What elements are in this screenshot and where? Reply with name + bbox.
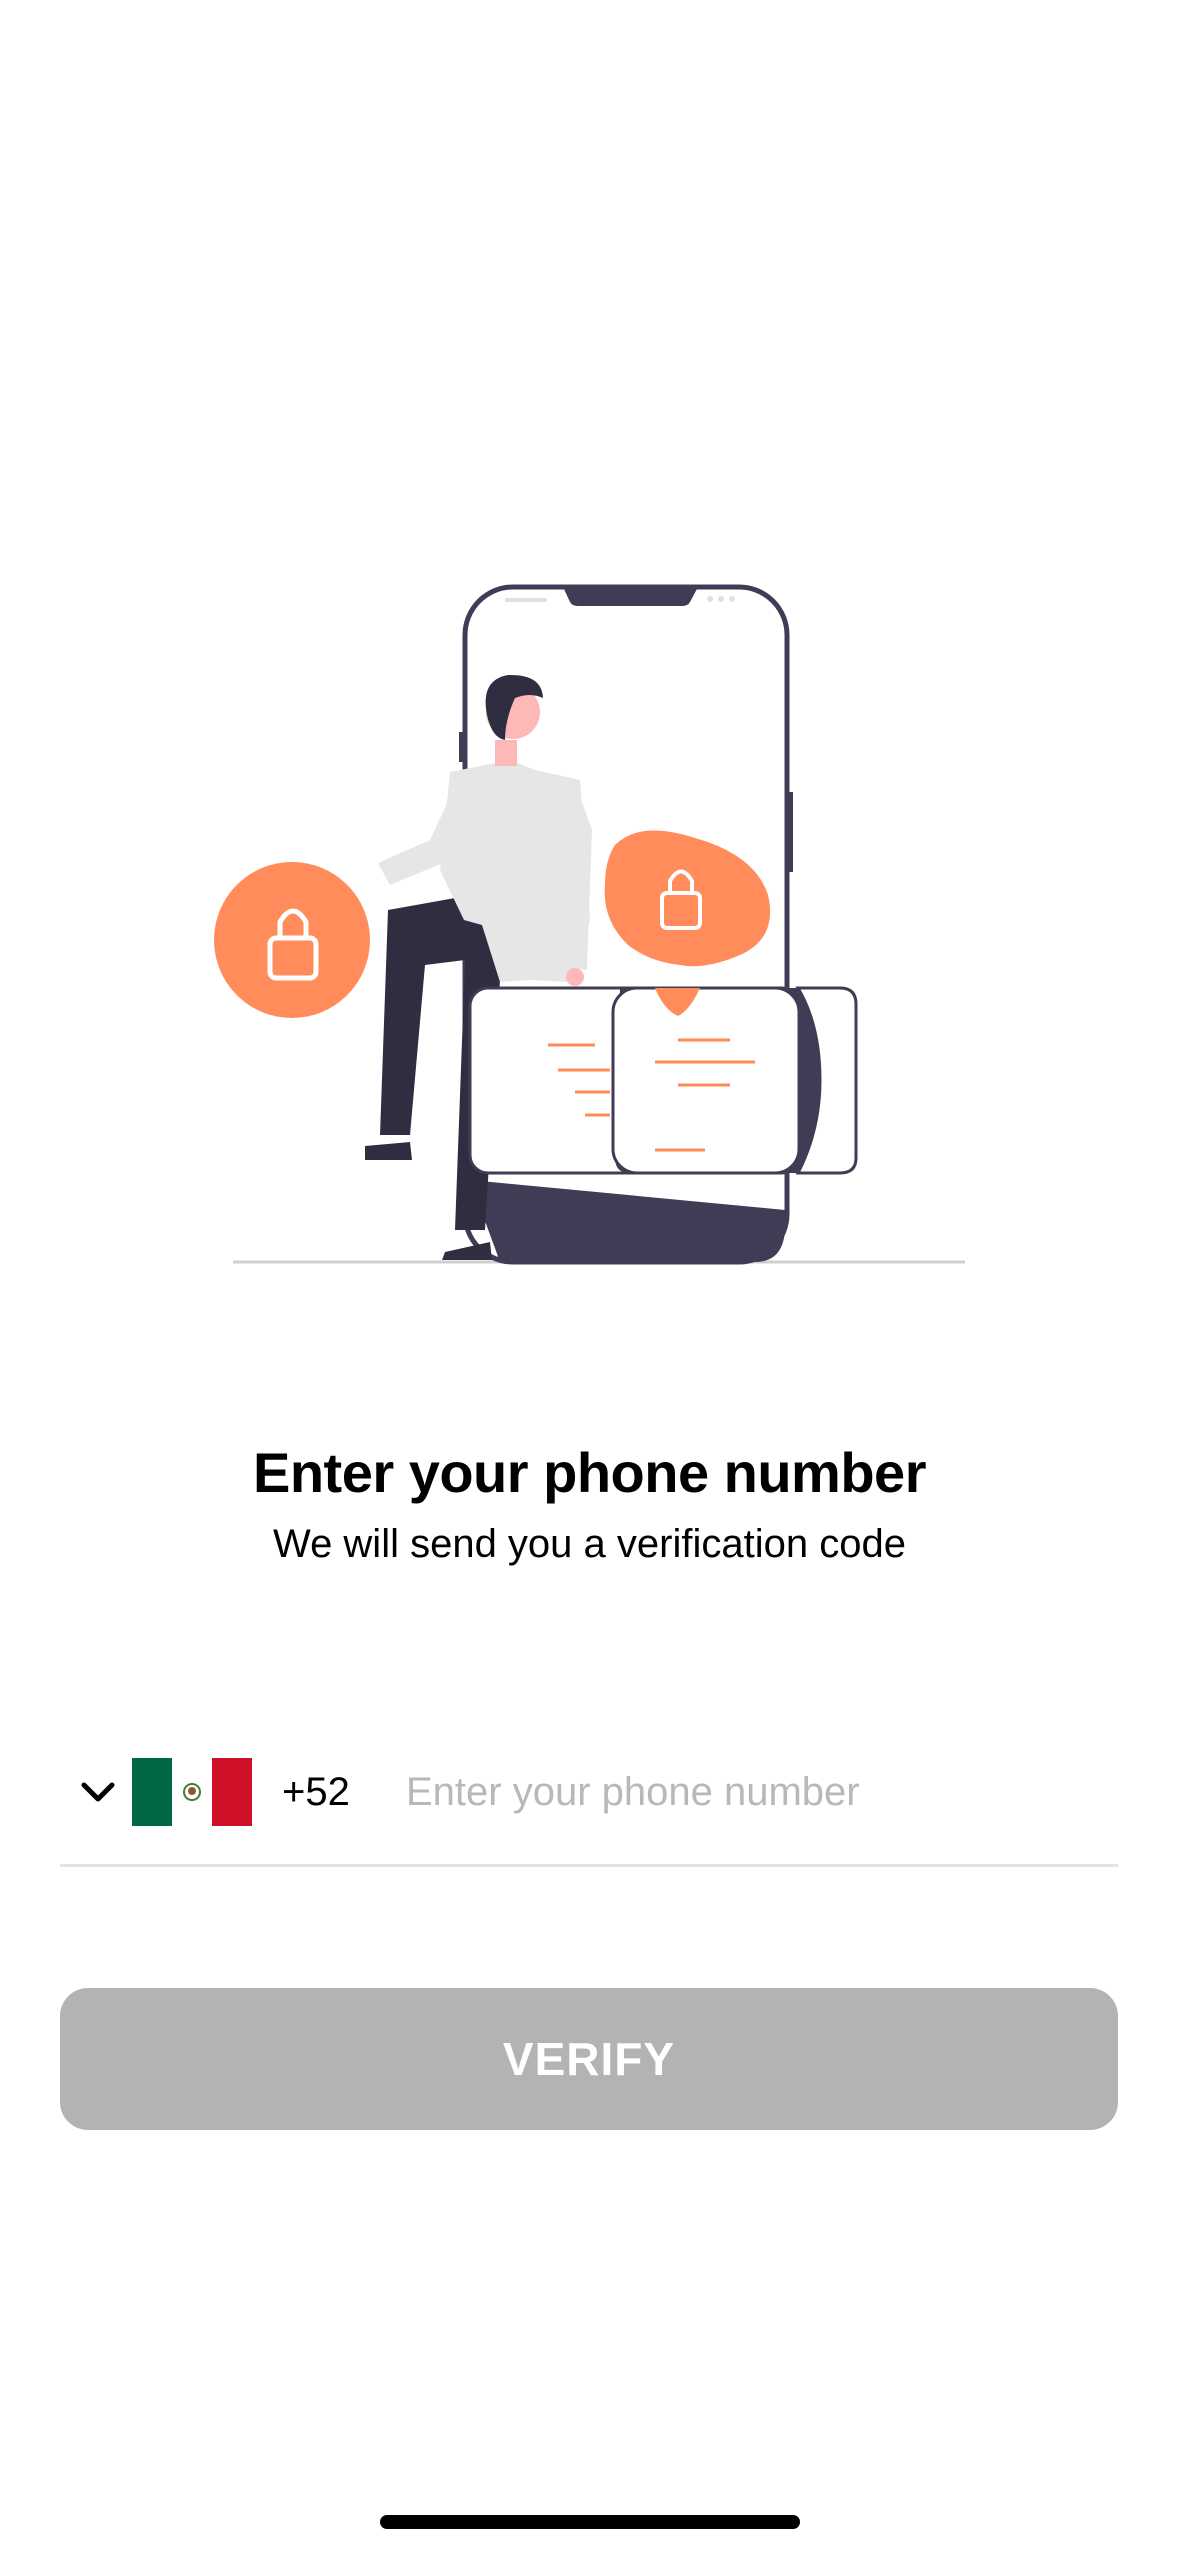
input-underline [60,1864,1118,1867]
phone-number-input[interactable] [406,1769,1118,1815]
mexico-flag-icon[interactable] [132,1758,252,1826]
dial-code[interactable]: +52 [282,1770,372,1815]
phone-security-illustration [200,570,1000,1280]
verify-button[interactable]: VERIFY [60,1988,1118,2130]
phone-number-row: +52 [60,1722,1118,1862]
page-subtitle: We will send you a verification code [273,1522,906,1566]
page-title: Enter your phone number [253,1441,927,1504]
chevron-down-icon[interactable] [68,1762,128,1822]
country-picker[interactable]: +52 [60,1722,372,1862]
home-indicator[interactable] [380,2515,800,2529]
